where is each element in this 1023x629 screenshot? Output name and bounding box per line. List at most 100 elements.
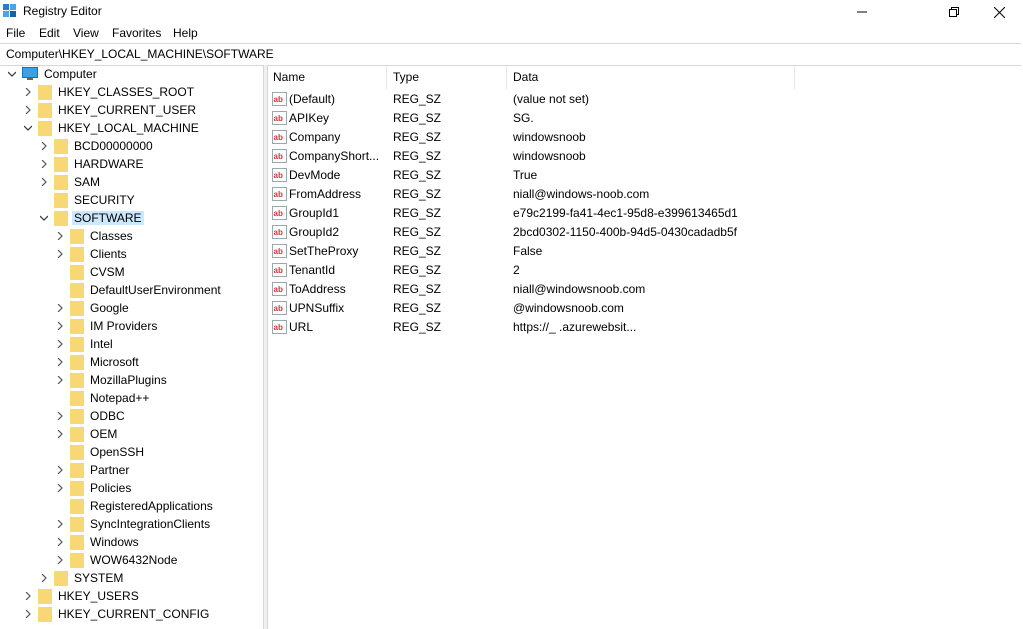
chevron-right-icon[interactable] bbox=[22, 101, 34, 119]
tree-item-hkey-local-machine[interactable]: HKEY_LOCAL_MACHINE bbox=[22, 119, 201, 137]
chevron-right-icon[interactable] bbox=[38, 569, 50, 587]
chevron-right-icon[interactable] bbox=[54, 299, 66, 317]
menu-help[interactable]: Help bbox=[173, 26, 198, 40]
registry-editor-icon bbox=[3, 4, 16, 17]
tree-item-bcd00000000[interactable]: BCD00000000 bbox=[38, 137, 155, 155]
tree-item-hkey-classes-root[interactable]: HKEY_CLASSES_ROOT bbox=[22, 83, 196, 101]
tree-item-security[interactable]: SECURITY bbox=[38, 191, 137, 209]
tree-item-openssh[interactable]: OpenSSH bbox=[54, 443, 146, 461]
table-row[interactable]: ab URL REG_SZ https://_ .azurewebsit... bbox=[267, 318, 797, 337]
chevron-right-icon[interactable] bbox=[54, 227, 66, 245]
table-row[interactable]: ab GroupId1 REG_SZ e79c2199-fa41-4ec1-95d8-… bbox=[267, 204, 797, 223]
tree-label: Computer bbox=[44, 67, 97, 81]
table-row[interactable]: ab ToAddress REG_SZ niall@windowsnoob.com bbox=[267, 280, 797, 299]
menu-view[interactable]: View bbox=[73, 26, 99, 40]
address-bar[interactable]: Computer\HKEY_LOCAL_MACHINE\SOFTWARE bbox=[0, 43, 1021, 66]
value-name: UPNSuffix bbox=[289, 301, 345, 315]
tree-label: DefaultUserEnvironment bbox=[90, 283, 221, 297]
tree-item-computer[interactable]: Computer bbox=[6, 65, 99, 83]
table-row[interactable]: ab TenantId REG_SZ 2 bbox=[267, 261, 797, 280]
tree-item-oem[interactable]: OEM bbox=[54, 425, 119, 443]
menu-edit[interactable]: Edit bbox=[39, 26, 60, 40]
chevron-right-icon[interactable] bbox=[22, 605, 34, 623]
tree-item-hkey-current-config[interactable]: HKEY_CURRENT_CONFIG bbox=[22, 605, 211, 623]
close-button[interactable] bbox=[976, 0, 1022, 24]
chevron-right-icon[interactable] bbox=[38, 173, 50, 191]
tree-item-notepad-plus-plus[interactable]: Notepad++ bbox=[54, 389, 151, 407]
restore-button[interactable] bbox=[931, 0, 977, 24]
svg-text:ab: ab bbox=[274, 209, 283, 218]
table-row[interactable]: ab DevMode REG_SZ True bbox=[267, 166, 797, 185]
chevron-right-icon[interactable] bbox=[54, 461, 66, 479]
tree-item-policies[interactable]: Policies bbox=[54, 479, 133, 497]
key-tree[interactable]: Computer HKEY_CLASSES_ROOT HKEY_CURRENT_… bbox=[0, 65, 262, 629]
string-value-icon: ab bbox=[272, 187, 287, 201]
table-row[interactable]: ab UPNSuffix REG_SZ @windowsnoob.com bbox=[267, 299, 797, 318]
column-header-type[interactable]: Type bbox=[387, 65, 507, 89]
tree-item-system[interactable]: SYSTEM bbox=[38, 569, 125, 587]
table-row[interactable]: ab FromAddress REG_SZ niall@windows-noob.co… bbox=[267, 185, 797, 204]
value-data: True bbox=[513, 168, 538, 182]
menu-favorites[interactable]: Favorites bbox=[112, 26, 161, 40]
tree-item-classes[interactable]: Classes bbox=[54, 227, 135, 245]
table-row[interactable]: ab GroupId2 REG_SZ 2bcd0302-1150-400b-94d5-… bbox=[267, 223, 797, 242]
address-path[interactable]: Computer\HKEY_LOCAL_MACHINE\SOFTWARE bbox=[6, 47, 274, 61]
column-header-data[interactable]: Data bbox=[507, 65, 795, 89]
tree-item-intel[interactable]: Intel bbox=[54, 335, 115, 353]
table-row[interactable]: ab Company REG_SZ windowsnoob bbox=[267, 128, 797, 147]
menu-file[interactable]: File bbox=[6, 26, 25, 40]
value-type: REG_SZ bbox=[393, 168, 442, 182]
table-row[interactable]: ab APIKey REG_SZ SG. bbox=[267, 109, 797, 128]
tree-item-sam[interactable]: SAM bbox=[38, 173, 102, 191]
table-row[interactable]: ab (Default) REG_SZ (value not set) bbox=[267, 90, 797, 109]
chevron-down-icon[interactable] bbox=[22, 119, 34, 137]
menu-bar: File Edit View Favorites Help bbox=[0, 24, 1023, 42]
chevron-right-icon[interactable] bbox=[38, 137, 50, 155]
tree-item-hardware[interactable]: HARDWARE bbox=[38, 155, 146, 173]
table-row[interactable]: ab SetTheProxy REG_SZ False bbox=[267, 242, 797, 261]
chevron-down-icon[interactable] bbox=[38, 209, 50, 227]
chevron-right-icon[interactable] bbox=[54, 245, 66, 263]
tree-item-software[interactable]: SOFTWARE bbox=[38, 209, 144, 227]
tree-item-hkey-users[interactable]: HKEY_USERS bbox=[22, 587, 141, 605]
value-name: CompanyShort... bbox=[289, 149, 380, 163]
title-bar: Registry Editor bbox=[0, 0, 1023, 24]
tree-item-cvsm[interactable]: CVSM bbox=[54, 263, 127, 281]
chevron-right-icon[interactable] bbox=[38, 155, 50, 173]
tree-item-odbc[interactable]: ODBC bbox=[54, 407, 127, 425]
minimize-button[interactable] bbox=[839, 0, 885, 24]
svg-text:ab: ab bbox=[274, 247, 283, 256]
tree-item-im-providers[interactable]: IM Providers bbox=[54, 317, 159, 335]
chevron-down-icon[interactable] bbox=[6, 65, 18, 83]
column-header-name[interactable]: Name bbox=[267, 65, 387, 89]
chevron-right-icon[interactable] bbox=[54, 479, 66, 497]
string-value-icon: ab bbox=[272, 111, 287, 125]
chevron-right-icon[interactable] bbox=[54, 551, 66, 569]
chevron-right-icon[interactable] bbox=[54, 317, 66, 335]
chevron-right-icon[interactable] bbox=[54, 353, 66, 371]
tree-item-mozillaplugins[interactable]: MozillaPlugins bbox=[54, 371, 169, 389]
tree-item-windows[interactable]: Windows bbox=[54, 533, 141, 551]
chevron-right-icon[interactable] bbox=[54, 407, 66, 425]
tree-label: MozillaPlugins bbox=[90, 373, 167, 387]
tree-item-syncintegrationclients[interactable]: SyncIntegrationClients bbox=[54, 515, 212, 533]
chevron-right-icon[interactable] bbox=[54, 425, 66, 443]
tree-item-google[interactable]: Google bbox=[54, 299, 131, 317]
tree-item-clients[interactable]: Clients bbox=[54, 245, 129, 263]
value-type: REG_SZ bbox=[393, 301, 442, 315]
tree-label: SAM bbox=[74, 175, 101, 189]
chevron-right-icon[interactable] bbox=[54, 371, 66, 389]
chevron-right-icon[interactable] bbox=[22, 83, 34, 101]
chevron-right-icon[interactable] bbox=[54, 515, 66, 533]
chevron-right-icon[interactable] bbox=[22, 587, 34, 605]
tree-item-defaultuserenvironment[interactable]: DefaultUserEnvironment bbox=[54, 281, 223, 299]
chevron-right-icon[interactable] bbox=[54, 335, 66, 353]
tree-item-partner[interactable]: Partner bbox=[54, 461, 131, 479]
chevron-right-icon[interactable] bbox=[54, 533, 66, 551]
values-list[interactable]: Name Type Data ab (Default) REG_SZ (value n… bbox=[267, 65, 1023, 629]
tree-item-hkey-current-user[interactable]: HKEY_CURRENT_USER bbox=[22, 101, 198, 119]
tree-item-registeredapplications[interactable]: RegisteredApplications bbox=[54, 497, 215, 515]
tree-item-wow6432node[interactable]: WOW6432Node bbox=[54, 551, 179, 569]
tree-item-microsoft[interactable]: Microsoft bbox=[54, 353, 141, 371]
table-row[interactable]: ab CompanyShort... REG_SZ windowsnoob bbox=[267, 147, 797, 166]
